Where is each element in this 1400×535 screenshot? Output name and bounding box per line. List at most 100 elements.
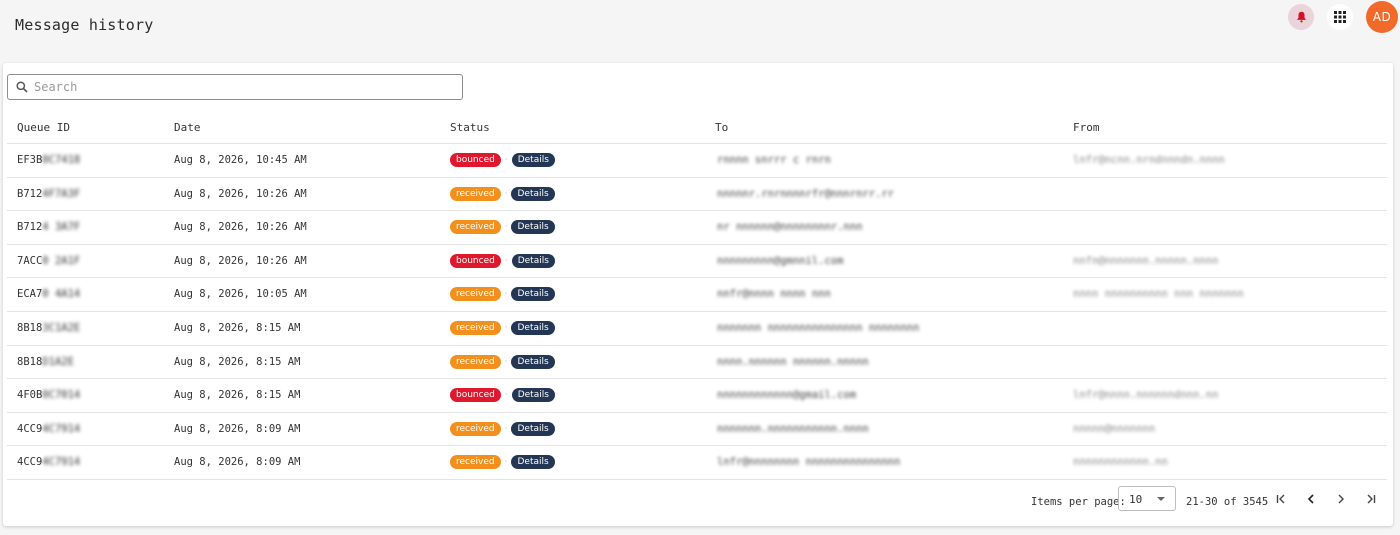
details-button[interactable]: Details <box>511 354 555 369</box>
status-badge: received <box>450 186 501 201</box>
page-range-label: 21-30 of 3545 <box>1186 496 1269 508</box>
queue-id-redacted: 4 3A7F <box>42 221 81 234</box>
status-cell: received · Details <box>450 421 555 436</box>
details-button[interactable]: Details <box>511 220 555 235</box>
sender-cell: nnfn@nnnnnnn.nnnnn.nnnn <box>1073 254 1219 267</box>
column-header-to[interactable]: To <box>715 121 728 134</box>
queue-id-redacted: D1A2E <box>42 355 74 368</box>
previous-page-button[interactable] <box>1301 489 1321 509</box>
queue-id-cell: B7124 3A7F <box>17 221 80 233</box>
items-per-page-value: 10 <box>1129 493 1143 506</box>
date-cell: Aug 8, 2026, 10:26 AM <box>174 254 307 267</box>
separator-dot: · <box>504 423 508 434</box>
apps-button[interactable] <box>1327 4 1353 30</box>
status-badge: received <box>450 455 501 470</box>
avatar[interactable]: AD <box>1366 1 1398 33</box>
recipient-cell: nnnnnr.rnrnnnnrfr@nnnrnrr.rr <box>717 187 895 200</box>
apps-grid-icon <box>1334 11 1346 23</box>
table-row[interactable]: 8B18D1A2E Aug 8, 2026, 8:15 AM received · De… <box>7 346 1387 380</box>
table-row[interactable]: 4CC94C7914 Aug 8, 2026, 8:09 AM received · D… <box>7 446 1387 480</box>
queue-id-prefix: EF3B <box>17 154 43 166</box>
status-cell: bounced · Details <box>450 153 555 167</box>
status-cell: received · Details <box>450 455 555 470</box>
details-button[interactable]: Details <box>511 253 555 268</box>
separator-dot: · <box>504 255 508 266</box>
queue-id-cell: EF3B0C7418 <box>17 154 80 166</box>
queue-id-redacted: 0C7014 <box>42 389 81 402</box>
queue-id-prefix: 4CC9 <box>17 422 43 435</box>
queue-id-prefix: 4CC9 <box>17 456 43 469</box>
details-button[interactable]: Details <box>511 388 555 403</box>
sender-cell: lnfr@nnnn.nnnnnndnnn.nn <box>1073 389 1219 402</box>
queue-id-cell: 4F0B0C7014 <box>17 389 80 401</box>
status-cell: bounced · Details <box>450 388 555 403</box>
table-row[interactable]: EF3B0C7418 Aug 8, 2026, 10:45 AM bounced · D… <box>7 144 1387 178</box>
separator-dot: · <box>504 457 508 468</box>
status-badge: received <box>450 354 501 369</box>
next-page-button[interactable] <box>1331 489 1351 509</box>
status-badge: received <box>450 287 501 302</box>
separator-dot: · <box>504 356 508 367</box>
queue-id-prefix: 7ACC <box>17 254 43 267</box>
details-button[interactable]: Details <box>511 421 555 436</box>
search-box[interactable] <box>7 74 463 100</box>
queue-id-prefix: B712 <box>17 221 43 234</box>
table-row[interactable]: 7ACC0 2A1F Aug 8, 2026, 10:26 AM bounced · D… <box>7 245 1387 279</box>
status-badge: bounced <box>450 153 501 167</box>
page-title: Message history <box>15 16 154 34</box>
details-button[interactable]: Details <box>511 455 555 470</box>
date-cell: Aug 8, 2026, 8:15 AM <box>174 322 301 334</box>
status-badge: bounced <box>450 253 501 268</box>
status-cell: received · Details <box>450 354 555 369</box>
queue-id-prefix: 4F0B <box>17 389 43 402</box>
separator-dot: · <box>504 390 508 401</box>
details-button[interactable]: Details <box>511 321 555 335</box>
queue-id-redacted: 4C7914 <box>42 422 81 435</box>
bell-icon <box>1296 11 1306 23</box>
column-header-date[interactable]: Date <box>174 121 201 134</box>
details-button[interactable]: Details <box>511 287 555 302</box>
recipient-cell: nnnnnnnnn@gmnnil.com <box>717 254 844 267</box>
separator-dot: · <box>504 188 508 199</box>
notifications-button[interactable] <box>1288 4 1314 30</box>
queue-id-prefix: 8B18 <box>17 322 43 334</box>
separator-dot: · <box>504 323 508 333</box>
status-cell: received · Details <box>450 186 555 201</box>
status-badge: received <box>450 421 501 436</box>
message-table-card: Queue ID Date Status To From EF3B0C7418 A… <box>3 63 1393 526</box>
items-per-page-select[interactable]: 10 <box>1118 486 1176 511</box>
next-page-icon <box>1338 494 1344 504</box>
status-cell: received · Details <box>450 220 555 235</box>
table-row[interactable]: 8B183C1A2E Aug 8, 2026, 8:15 AM received · D… <box>7 312 1387 346</box>
details-button[interactable]: Details <box>511 186 555 201</box>
status-badge: bounced <box>450 388 501 403</box>
table-row[interactable]: 4CC94C7914 Aug 8, 2026, 8:09 AM received · D… <box>7 413 1387 447</box>
items-per-page-label: Items per page: <box>1031 496 1126 508</box>
table-row[interactable]: B7124F7A3F Aug 8, 2026, 10:26 AM received ·… <box>7 178 1387 212</box>
separator-dot: · <box>504 222 508 233</box>
queue-id-cell: 8B18D1A2E <box>17 356 74 368</box>
queue-id-cell: 4CC94C7914 <box>17 423 80 435</box>
table-row[interactable]: B7124 3A7F Aug 8, 2026, 10:26 AM received ·… <box>7 211 1387 245</box>
date-cell: Aug 8, 2026, 10:05 AM <box>174 288 307 301</box>
date-cell: Aug 8, 2026, 10:45 AM <box>174 154 307 166</box>
status-cell: received · Details <box>450 287 555 302</box>
queue-id-redacted: 3C1A2E <box>42 322 81 334</box>
search-input[interactable] <box>34 80 434 94</box>
last-page-button[interactable] <box>1361 489 1381 509</box>
status-badge: received <box>450 220 501 235</box>
column-header-from[interactable]: From <box>1073 121 1100 134</box>
column-header-queue-id[interactable]: Queue ID <box>17 121 70 134</box>
dropdown-caret-icon <box>1157 497 1165 501</box>
table-row[interactable]: ECA70 4A14 Aug 8, 2026, 10:05 AM received ·… <box>7 278 1387 312</box>
details-button[interactable]: Details <box>511 153 555 167</box>
queue-id-cell: 8B183C1A2E <box>17 322 80 334</box>
recipient-cell: nnnnnnn nnnnnnnnnnnnnnn nnnnnnnn <box>717 322 920 334</box>
column-header-status[interactable]: Status <box>450 121 490 134</box>
last-page-icon <box>1367 494 1376 504</box>
top-bar: Message history AD <box>0 0 1400 60</box>
recipient-cell: nnnnnnn.nnnnnnnnnnn.nnnn <box>717 422 869 435</box>
sender-cell: nnnnnnnnnnnn.nn <box>1073 456 1168 469</box>
first-page-button[interactable] <box>1271 489 1291 509</box>
table-row[interactable]: 4F0B0C7014 Aug 8, 2026, 8:15 AM bounced · De… <box>7 379 1387 413</box>
